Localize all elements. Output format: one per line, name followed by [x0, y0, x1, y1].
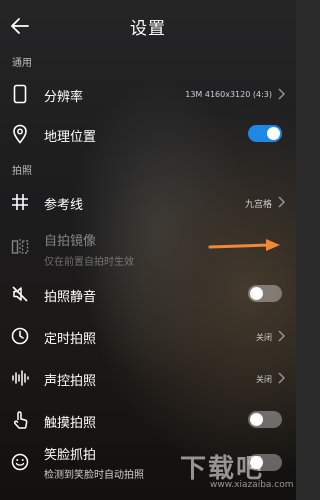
location-toggle[interactable]	[248, 125, 282, 142]
smile-capture-label: 笑脸抓拍	[44, 448, 97, 463]
gridlines-value: 九宫格	[244, 200, 272, 210]
shutter-mute-toggle[interactable]	[248, 285, 282, 302]
touch-capture-label: 触摸拍照	[44, 416, 97, 431]
shutter-mute-label: 拍照静音	[44, 290, 97, 305]
chevron-right-icon	[278, 330, 285, 342]
site-watermark: 下载吧 www.xiazaiba.com	[180, 448, 294, 492]
voice-capture-label: 声控拍照	[44, 374, 97, 389]
timer-row[interactable]: 定时拍照 关闭	[0, 314, 296, 358]
mirror-icon	[8, 235, 32, 259]
toggle-knob	[250, 413, 263, 426]
location-pin-icon	[8, 122, 32, 146]
sound-off-icon	[8, 282, 32, 306]
resolution-row[interactable]: 分辨率 13M 4160x3120 (4:3)	[0, 72, 296, 116]
chevron-right-icon	[278, 372, 285, 384]
back-button[interactable]	[6, 12, 34, 40]
selfie-mirror-sub: 仅在前置自拍时生效	[44, 257, 134, 268]
toggle-knob	[250, 287, 263, 300]
voice-capture-row[interactable]: 声控拍照 关闭	[0, 356, 296, 400]
chevron-right-icon	[278, 196, 285, 208]
watermark-url: www.xiazaiba.com	[210, 480, 294, 490]
location-label: 地理位置	[44, 130, 97, 145]
section-general: 通用	[12, 58, 32, 69]
page-title: 设置	[130, 18, 166, 39]
grid-icon	[8, 190, 32, 214]
toggle-knob	[267, 127, 280, 140]
chevron-right-icon	[278, 88, 285, 100]
timer-value: 关闭	[256, 333, 272, 342]
smile-capture-sub: 检测到笑脸时自动拍照	[44, 470, 144, 481]
voice-capture-value: 关闭	[256, 375, 272, 384]
shutter-mute-row[interactable]: 拍照静音	[0, 272, 296, 316]
smile-face-icon	[8, 450, 32, 474]
back-arrow-icon	[11, 18, 29, 34]
selfie-mirror-label: 自拍镜像	[44, 234, 97, 249]
timer-label: 定时拍照	[44, 332, 97, 347]
resolution-value: 13M 4160x3120 (4:3)	[185, 90, 272, 99]
touch-hand-icon	[8, 408, 32, 432]
clock-icon	[8, 324, 32, 348]
header: 设置	[0, 0, 296, 52]
location-row[interactable]: 地理位置	[0, 112, 296, 156]
phone-icon	[8, 82, 32, 106]
gridlines-label: 参考线	[44, 198, 84, 213]
touch-capture-toggle[interactable]	[248, 411, 282, 428]
resolution-label: 分辨率	[44, 90, 84, 105]
touch-capture-row[interactable]: 触摸拍照	[0, 398, 296, 442]
orange-arrow-annotation	[208, 239, 280, 251]
section-photo: 拍照	[12, 166, 32, 177]
sound-wave-icon	[8, 366, 32, 390]
settings-screen: 设置 通用 分辨率 13M 4160x3120 (4:3) 地理位置 拍照 参考…	[0, 0, 296, 500]
gridlines-row[interactable]: 参考线 九宫格	[0, 180, 296, 224]
